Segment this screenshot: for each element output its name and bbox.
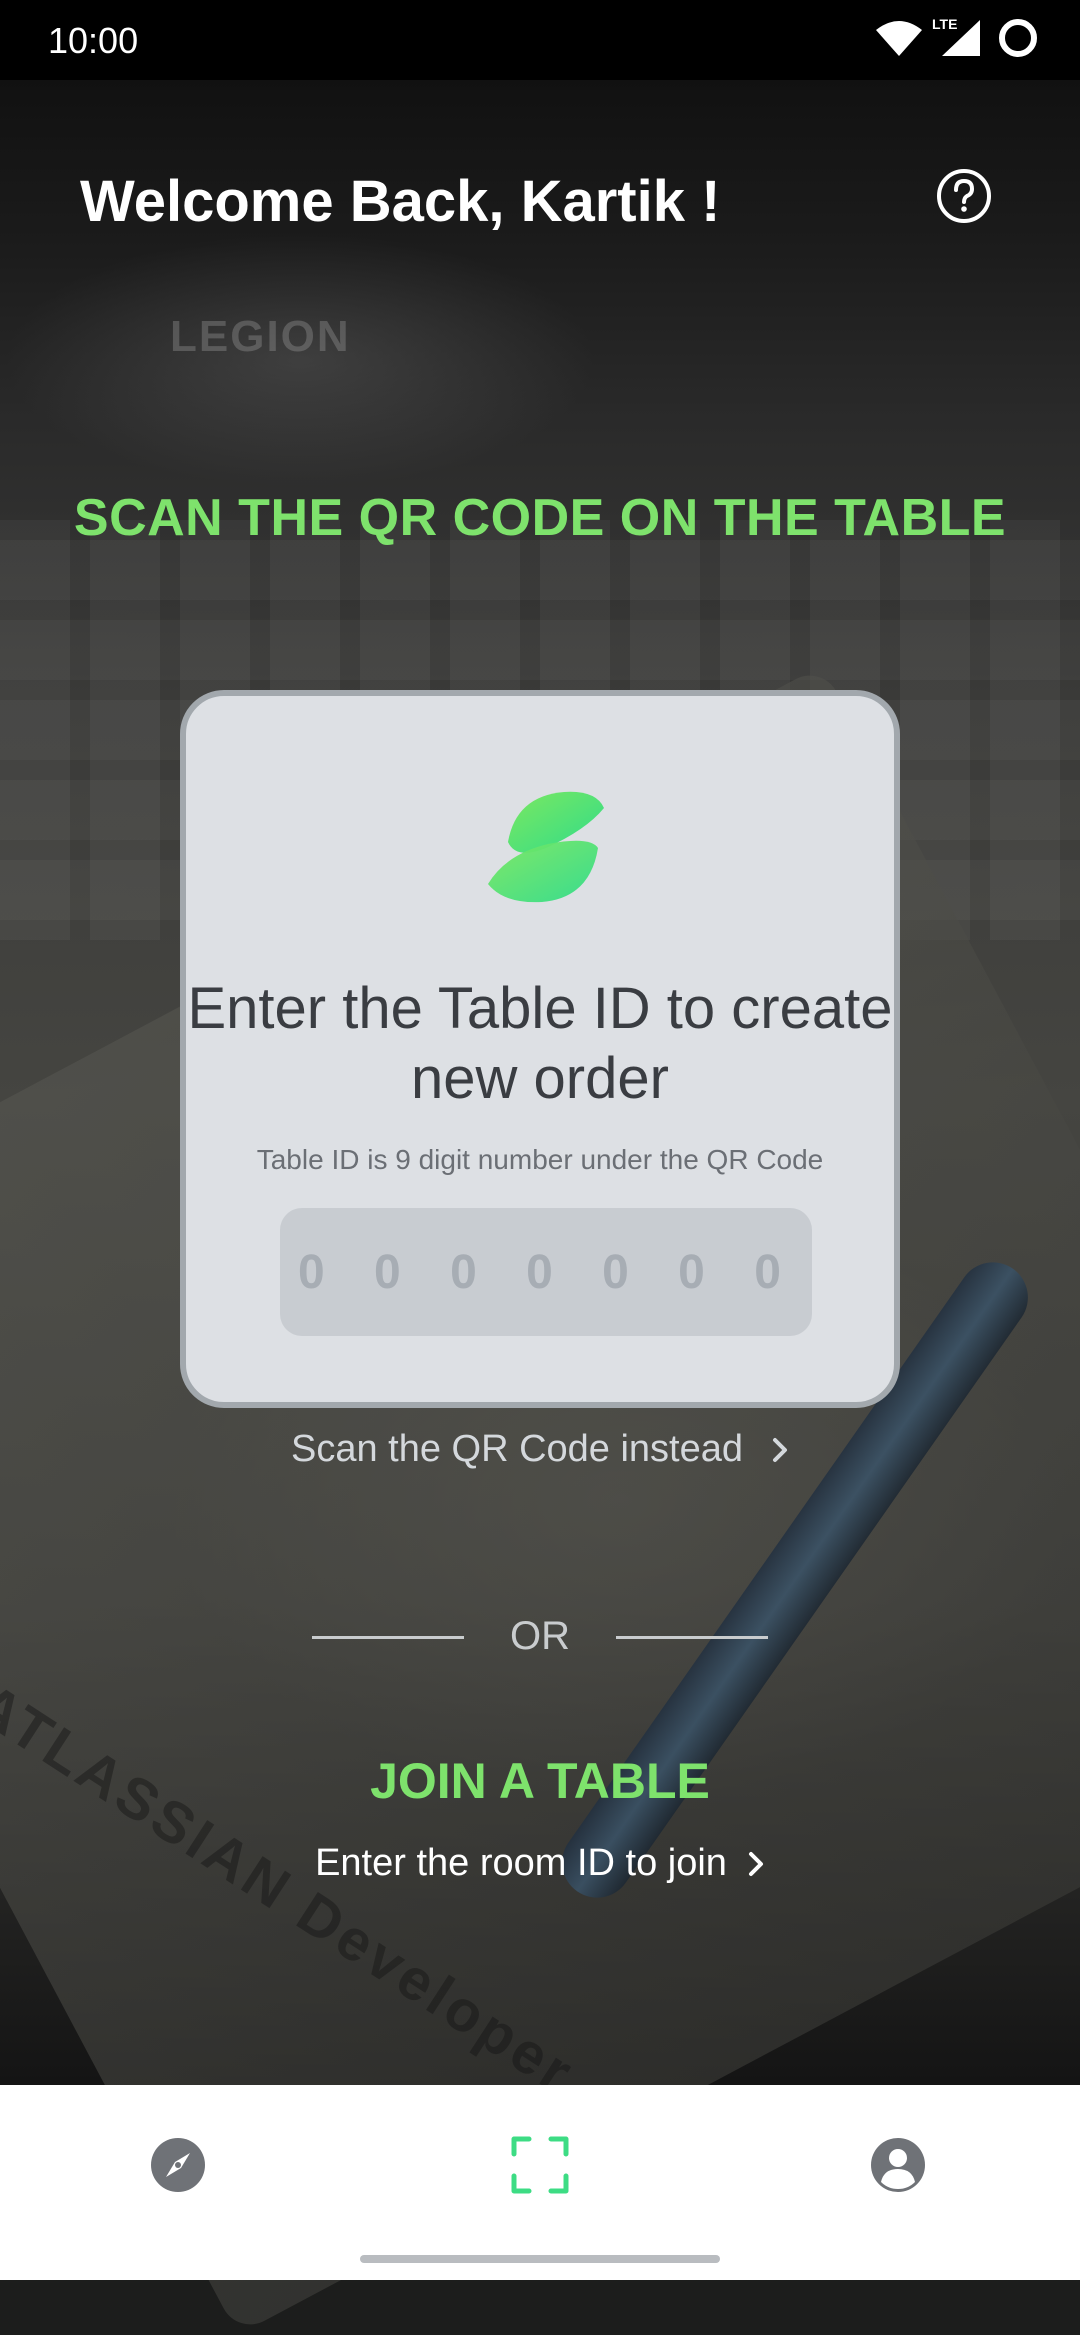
app-logo-icon: [488, 791, 604, 903]
scan-qr-instead-link[interactable]: Scan the QR Code instead: [0, 1428, 1080, 1471]
bottom-nav: [0, 2085, 1080, 2280]
help-circle-icon[interactable]: [936, 168, 992, 224]
laptop-brand-text: LEGION: [170, 312, 351, 361]
join-room-link[interactable]: Enter the room ID to join: [0, 1842, 1080, 1885]
or-divider: OR: [312, 1614, 768, 1662]
table-id-input[interactable]: [280, 1208, 812, 1336]
scan-qr-instead-label: Scan the QR Code instead: [290, 1428, 744, 1470]
join-table-heading: JOIN A TABLE: [370, 1753, 710, 1809]
nav-scan[interactable]: [510, 2135, 570, 2195]
profile-icon: [871, 2138, 925, 2192]
card-title: Enter the Table ID to create new order: [187, 976, 893, 1111]
battery-icon: [999, 19, 1037, 57]
signal-icon: LTE: [932, 16, 982, 58]
card-hint: Table ID is 9 digit number under the QR …: [256, 1144, 824, 1175]
scan-qr-heading: SCAN THE QR CODE ON THE TABLE: [73, 489, 1007, 547]
compass-icon: [151, 2138, 205, 2192]
table-id-card: Enter the Table ID to create new order T…: [180, 690, 900, 1408]
status-icons: LTE: [874, 16, 1040, 60]
nav-profile[interactable]: [868, 2135, 928, 2195]
chevron-right-icon: [773, 1437, 788, 1462]
divider-line-right: [616, 1636, 768, 1639]
welcome-title: Welcome Back, Kartik !: [80, 169, 721, 234]
wifi-icon: [876, 21, 922, 56]
scan-icon: [511, 2136, 569, 2194]
nav-explore[interactable]: [148, 2135, 208, 2195]
home-indicator[interactable]: [360, 2255, 720, 2263]
status-bar: 10:00 LTE: [0, 0, 1080, 80]
network-type-label: LTE: [932, 16, 958, 32]
status-time: 10:00: [48, 20, 139, 61]
join-room-label: Enter the room ID to join: [315, 1842, 727, 1884]
chevron-right-icon: [748, 1851, 763, 1876]
